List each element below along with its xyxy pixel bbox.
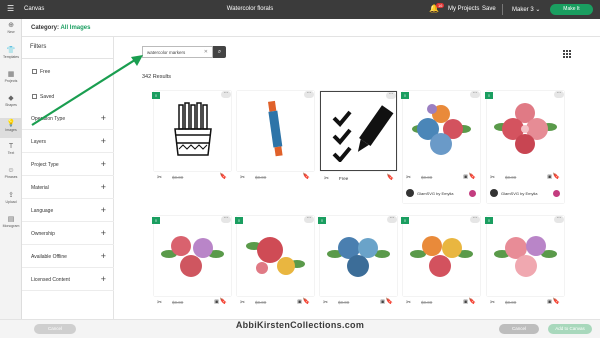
rose-image bbox=[494, 103, 557, 154]
more-icon[interactable]: ··· bbox=[470, 216, 480, 223]
bookmark-icon[interactable]: 🔖 bbox=[469, 298, 476, 305]
card-footer: ✂ $0.00 ▣ 🔖 bbox=[320, 296, 397, 310]
image-card-floral-blue[interactable]: ◊ ··· ✂ $0.00 ▣ 🔖 bbox=[318, 216, 397, 306]
price: $0.00 bbox=[255, 300, 267, 305]
bookmark-icon[interactable]: 🔖 bbox=[387, 174, 394, 181]
floral-image bbox=[161, 236, 224, 277]
image-icon: ▣ bbox=[380, 299, 385, 305]
price: $0.00 bbox=[255, 175, 267, 180]
image-card-floral-pink[interactable]: ◊ ··· ✂ $0.00 ▣ 🔖 bbox=[152, 216, 231, 306]
bookmark-icon[interactable]: 🔖 bbox=[303, 298, 310, 305]
card-footer: ✂ $0.00 ▣ 🔖 bbox=[237, 296, 314, 310]
badge-icon: ◊ bbox=[401, 92, 409, 99]
floral-image bbox=[246, 237, 305, 275]
card-footer: ✂ Free 🔖 bbox=[321, 172, 398, 186]
floral-image bbox=[412, 104, 471, 155]
scissors-icon: ✂ bbox=[324, 176, 330, 182]
image-icon: ▣ bbox=[547, 174, 552, 180]
badge-icon: ◊ bbox=[401, 217, 409, 224]
image-icon: ▣ bbox=[463, 299, 468, 305]
author-row[interactable]: GlamSVG by Emylia bbox=[487, 185, 564, 201]
card-footer: ✂ $0.00 ▣ 🔖 bbox=[487, 296, 564, 310]
image-card-floral-pastel[interactable]: ◊ ··· ✂ $0.00 ▣ 🔖 bbox=[485, 216, 564, 306]
scissors-icon: ✂ bbox=[240, 300, 246, 306]
image-icon: ▣ bbox=[214, 299, 219, 305]
price: $0.00 bbox=[421, 300, 433, 305]
designer-badge-icon bbox=[553, 190, 560, 197]
avatar bbox=[406, 189, 414, 197]
badge-icon: ◊ bbox=[152, 217, 160, 224]
more-icon[interactable]: ··· bbox=[304, 91, 314, 98]
card-footer: ✂ $0.00 ▣ 🔖 bbox=[403, 296, 480, 310]
more-icon[interactable]: ··· bbox=[554, 216, 564, 223]
checklist-image bbox=[332, 105, 394, 162]
image-icon: ▣ bbox=[463, 174, 468, 180]
price: $0.00 bbox=[505, 175, 517, 180]
designer-badge-icon bbox=[469, 190, 476, 197]
price: Free bbox=[339, 176, 349, 181]
card-footer: ✂ $0.00 ▣ 🔖 bbox=[487, 171, 564, 185]
image-card-checklist-highlighter[interactable]: ··· ✂ Free 🔖 bbox=[320, 91, 397, 182]
badge-icon: ◊ bbox=[318, 217, 326, 224]
image-card-floral-bouquet[interactable]: ◊ ··· ✂ $0.00 ▣ 🔖 GlamSVG by Emylia bbox=[401, 91, 480, 203]
card-footer: ✂ $0.00 🔖 bbox=[154, 171, 231, 185]
bookmark-icon[interactable]: 🔖 bbox=[553, 173, 560, 180]
bookmark-icon[interactable]: 🔖 bbox=[303, 173, 310, 180]
more-icon[interactable]: ··· bbox=[554, 91, 564, 98]
markers-cup-image bbox=[174, 102, 212, 156]
floral-image bbox=[410, 236, 473, 277]
bookmark-icon[interactable]: 🔖 bbox=[469, 173, 476, 180]
image-card-floral-red[interactable]: ◊ ··· ✂ $0.00 ▣ 🔖 bbox=[235, 216, 314, 306]
watermark: AbbiKirstenCollections.com bbox=[235, 320, 365, 330]
card-footer: ✂ $0.00 ▣ 🔖 bbox=[403, 171, 480, 185]
badge-icon: ◊ bbox=[235, 217, 243, 224]
image-icon: ▣ bbox=[297, 299, 302, 305]
badge-icon: ◊ bbox=[485, 92, 493, 99]
image-card-rose-bouquet[interactable]: ◊ ··· ✂ $0.00 ▣ 🔖 GlamSVG by Emylia bbox=[485, 91, 564, 203]
card-footer: ✂ $0.00 ▣ 🔖 bbox=[154, 296, 231, 310]
scissors-icon: ✂ bbox=[240, 175, 246, 181]
badge-icon: ◊ bbox=[152, 92, 160, 99]
card-footer: ✂ $0.00 🔖 bbox=[237, 171, 314, 185]
price: $0.00 bbox=[172, 300, 184, 305]
more-icon[interactable]: ··· bbox=[304, 216, 314, 223]
scissors-icon: ✂ bbox=[157, 300, 163, 306]
bookmark-icon[interactable]: 🔖 bbox=[386, 298, 393, 305]
more-icon[interactable]: ··· bbox=[386, 92, 396, 99]
more-icon[interactable]: ··· bbox=[387, 216, 397, 223]
scissors-icon: ✂ bbox=[406, 300, 412, 306]
image-card-markers-cup[interactable]: ◊ ··· ✂ $0.00 🔖 bbox=[152, 91, 231, 181]
price: $0.00 bbox=[172, 175, 184, 180]
bookmark-icon[interactable]: 🔖 bbox=[220, 298, 227, 305]
bookmark-icon[interactable]: 🔖 bbox=[553, 298, 560, 305]
image-card-marker[interactable]: ··· ✂ $0.00 🔖 bbox=[237, 91, 314, 181]
price: $0.00 bbox=[338, 300, 350, 305]
more-icon[interactable]: ··· bbox=[221, 216, 231, 223]
scissors-icon: ✂ bbox=[157, 175, 163, 181]
badge-icon: ◊ bbox=[485, 217, 493, 224]
scissors-icon: ✂ bbox=[406, 175, 412, 181]
image-card-floral-orange[interactable]: ◊ ··· ✂ $0.00 ▣ 🔖 bbox=[401, 216, 480, 306]
price: $0.00 bbox=[505, 300, 517, 305]
scissors-icon: ✂ bbox=[490, 175, 496, 181]
marker-image bbox=[268, 100, 283, 157]
author-name: GlamSVG by Emylia bbox=[417, 191, 454, 196]
floral-image bbox=[494, 236, 557, 277]
bookmark-icon[interactable]: 🔖 bbox=[220, 173, 227, 180]
scissors-icon: ✂ bbox=[490, 300, 496, 306]
scissors-icon: ✂ bbox=[323, 300, 329, 306]
floral-image bbox=[327, 237, 390, 277]
price: $0.00 bbox=[421, 175, 433, 180]
author-row[interactable]: GlamSVG by Emylia bbox=[403, 185, 480, 201]
more-icon[interactable]: ··· bbox=[221, 91, 231, 98]
image-icon: ▣ bbox=[547, 299, 552, 305]
more-icon[interactable]: ··· bbox=[470, 91, 480, 98]
author-name: GlamSVG by Emylia bbox=[501, 191, 538, 196]
avatar bbox=[490, 189, 498, 197]
